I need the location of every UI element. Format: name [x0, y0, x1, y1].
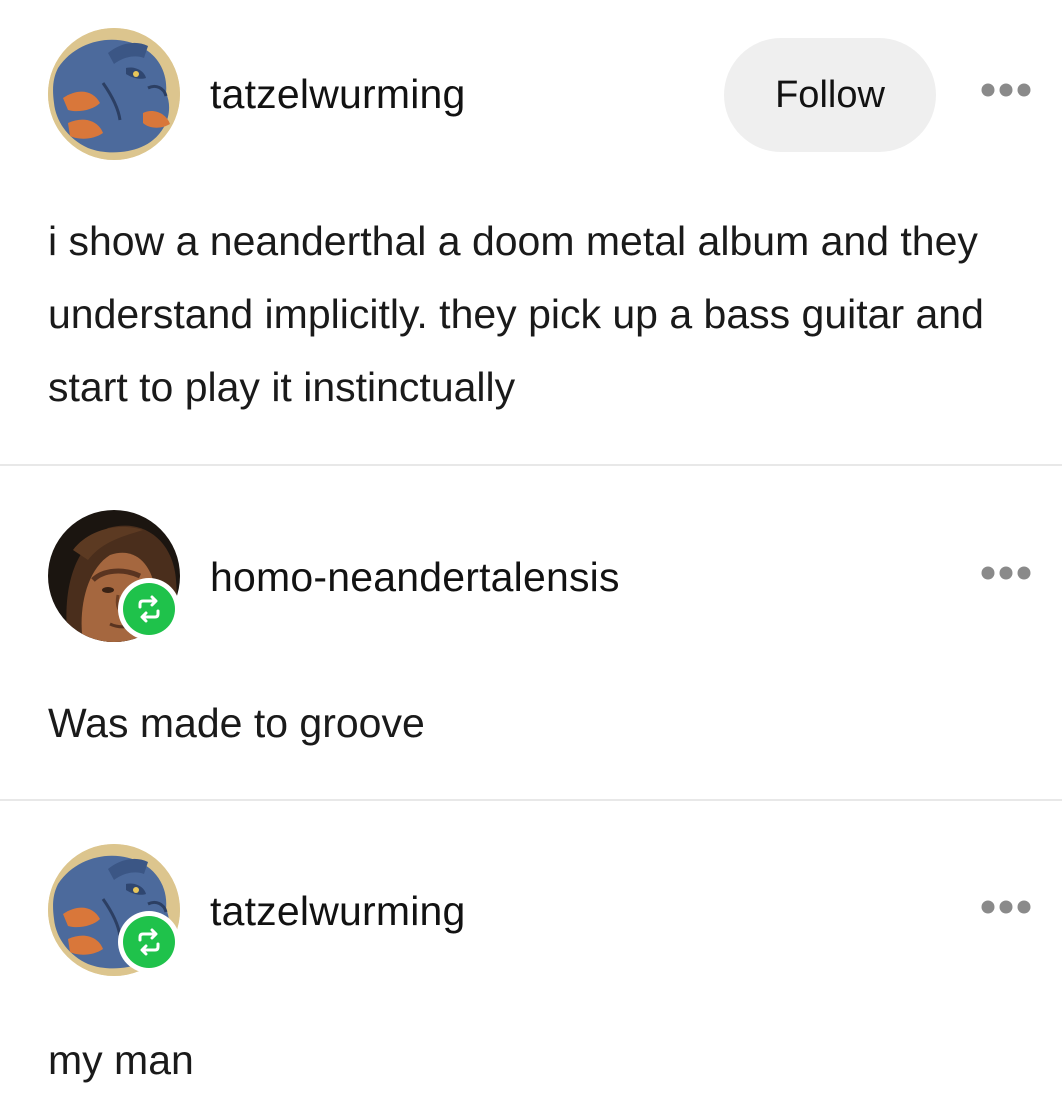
dragon-avatar[interactable]: [48, 28, 180, 160]
ellipsis-icon[interactable]: [980, 899, 1032, 915]
post-original: tatzelwurming Follow i show a neandertha…: [0, 0, 1062, 464]
follow-button[interactable]: Follow: [724, 38, 936, 152]
reblog-icon: [138, 928, 160, 956]
reblog-badge: [118, 578, 180, 640]
reblog-icon: [138, 595, 160, 623]
post-username[interactable]: tatzelwurming: [210, 888, 466, 935]
post-body-text: i show a neanderthal a doom metal album …: [48, 218, 984, 410]
ellipsis-icon[interactable]: [980, 82, 1032, 98]
post-username[interactable]: homo-neandertalensis: [210, 554, 620, 601]
post-reblog: homo-neandertalensis Was made to groove: [0, 466, 1062, 799]
post-username[interactable]: tatzelwurming: [210, 71, 466, 118]
post-body-text: Was made to groove: [48, 700, 425, 746]
post-reblog: tatzelwurming my man: [0, 801, 1062, 1107]
ellipsis-icon[interactable]: [980, 565, 1032, 581]
reblog-badge: [118, 911, 180, 973]
post-body-text: my man: [48, 1037, 194, 1083]
